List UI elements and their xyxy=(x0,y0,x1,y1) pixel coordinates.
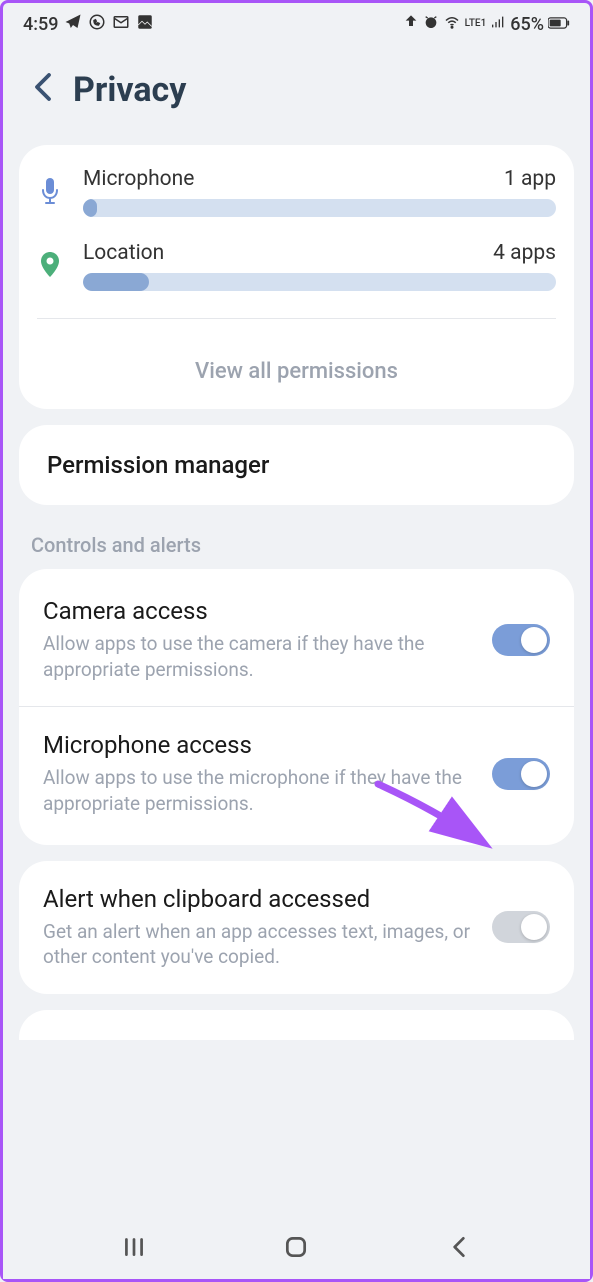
page-header: Privacy xyxy=(3,45,590,145)
permission-manager-card[interactable]: Permission manager xyxy=(19,425,574,505)
camera-access-desc: Allow apps to use the camera if they hav… xyxy=(43,631,472,682)
microphone-count: 1 app xyxy=(504,167,556,191)
status-left: 4:59 xyxy=(23,13,154,35)
controls-section-label: Controls and alerts xyxy=(3,521,590,569)
view-all-permissions[interactable]: View all permissions xyxy=(19,334,574,409)
alarm-icon xyxy=(423,14,439,34)
clipboard-alert-row[interactable]: Alert when clipboard accessed Get an ale… xyxy=(19,861,574,994)
camera-access-row[interactable]: Camera access Allow apps to use the came… xyxy=(19,573,574,707)
location-permission-row[interactable]: Location 4 apps xyxy=(19,229,574,303)
network-label: LTE1 xyxy=(465,19,487,29)
clipboard-alert-desc: Get an alert when an app accesses text, … xyxy=(43,919,472,970)
microphone-icon xyxy=(37,178,63,206)
clipboard-alert-toggle[interactable] xyxy=(492,911,550,943)
microphone-bar xyxy=(83,199,556,217)
microphone-access-row[interactable]: Microphone access Allow apps to use the … xyxy=(19,707,574,840)
microphone-permission-row[interactable]: Microphone 1 app xyxy=(19,155,574,229)
telegram-icon xyxy=(64,13,82,35)
location-label: Location xyxy=(83,241,164,265)
gmail-icon xyxy=(112,13,130,35)
update-icon xyxy=(403,14,419,34)
clipboard-alert-title: Alert when clipboard accessed xyxy=(43,885,472,913)
recents-button[interactable] xyxy=(121,1234,147,1264)
location-bar xyxy=(83,273,556,291)
status-bar: 4:59 LTE1 65% xyxy=(3,3,590,45)
navigation-bar xyxy=(3,1219,590,1279)
status-time: 4:59 xyxy=(23,14,58,35)
microphone-label: Microphone xyxy=(83,167,194,191)
location-icon xyxy=(37,252,63,280)
battery-icon xyxy=(548,15,570,34)
nav-back-button[interactable] xyxy=(446,1234,472,1264)
home-button[interactable] xyxy=(283,1234,309,1264)
wifi-icon xyxy=(443,13,461,35)
clipboard-alert-card: Alert when clipboard accessed Get an ale… xyxy=(19,861,574,994)
permissions-card: Microphone 1 app Location 4 apps View al… xyxy=(19,145,574,409)
divider xyxy=(37,318,556,319)
partial-card xyxy=(19,1010,574,1040)
location-count: 4 apps xyxy=(493,241,556,265)
status-right: LTE1 65% xyxy=(403,13,570,35)
camera-access-toggle[interactable] xyxy=(492,624,550,656)
access-toggles-card: Camera access Allow apps to use the came… xyxy=(19,569,574,845)
whatsapp-icon xyxy=(88,13,106,35)
gallery-icon xyxy=(136,13,154,35)
back-button[interactable] xyxy=(33,72,53,109)
microphone-access-title: Microphone access xyxy=(43,731,472,759)
camera-access-title: Camera access xyxy=(43,597,472,625)
battery-percent: 65% xyxy=(510,14,544,35)
permission-manager-label: Permission manager xyxy=(19,425,574,505)
microphone-access-toggle[interactable] xyxy=(492,758,550,790)
page-title: Privacy xyxy=(73,70,186,110)
signal-icon xyxy=(490,14,506,34)
microphone-access-desc: Allow apps to use the microphone if they… xyxy=(43,765,472,816)
